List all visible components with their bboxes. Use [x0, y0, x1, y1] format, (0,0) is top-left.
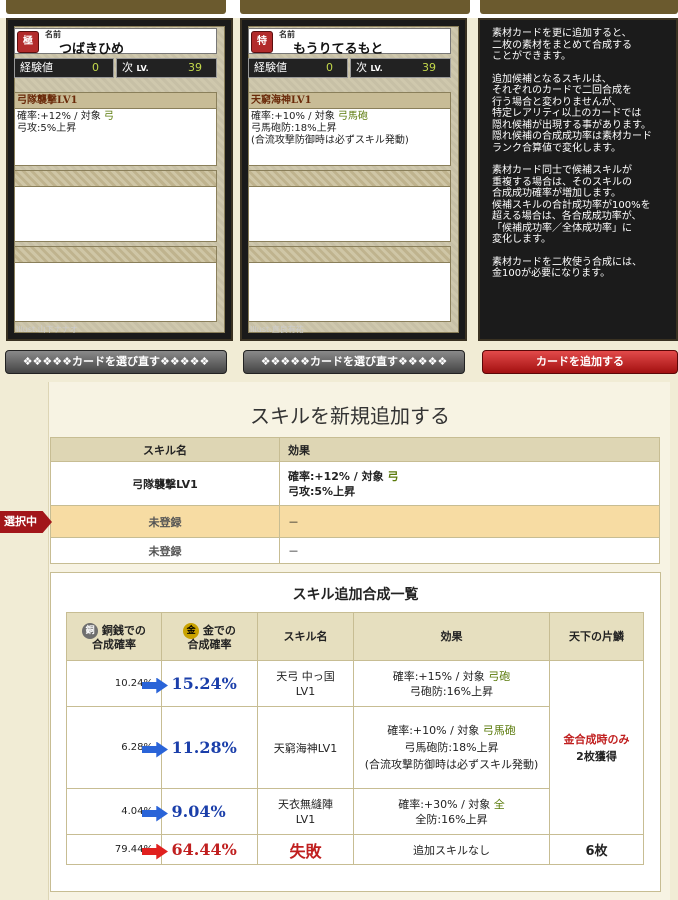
card-name-header: 極 名前 つばきひめ — [14, 28, 217, 57]
card-column-header-1 — [6, 0, 226, 14]
col-header-effect: 効果 — [353, 612, 550, 661]
combo-effect: 確率:+30% / 対象 全全防:16%上昇 — [353, 788, 550, 835]
combo-skill-name: 天窮海神LV1 — [257, 706, 354, 789]
info-paragraph: 素材カード同士で候補スキルが 重複する場合は、そのスキルの 合成成功確率が増加し… — [492, 165, 651, 245]
exp-value: 0 — [326, 61, 333, 74]
skill-option-name: 未登録 — [50, 537, 280, 564]
lv-label: LV. — [136, 64, 149, 73]
skill-option-row[interactable]: 弓隊襲撃LV1 確率:+12% / 対象 弓 弓攻:5%上昇 — [50, 461, 660, 506]
rank-icon: 極 — [17, 31, 39, 53]
skill-desc: 確率:+10% / 対象 弓馬砲 弓馬砲防:18%上昇 (合流攻撃防御時は必ずス… — [251, 111, 409, 146]
skill-title: 天窮海神LV1 — [249, 93, 450, 109]
material-card-2[interactable]: 特 名前 もうりてるもと 経験値 0 次 LV. 39 天窮海神LV1 確率:+… — [240, 18, 467, 341]
col-header-effect: 効果 — [279, 437, 660, 462]
skill-option-row-selected[interactable]: 未登録 － — [50, 505, 660, 538]
skill-slot-3 — [248, 246, 451, 322]
skill-slot-1: 弓隊襲撃LV1 確率:+12% / 対象 弓 弓攻:5%上昇 — [14, 92, 217, 166]
combo-table: 銅 銅銭での 合成確率 金 金での 合成確率 スキル名 効果 天下の片鱗 10.24… — [66, 612, 644, 865]
next-value: 39 — [188, 61, 202, 74]
card-column-header-2 — [240, 0, 470, 14]
col-header-shard: 天下の片鱗 — [549, 612, 644, 661]
gold-rate: 11.28% — [171, 737, 237, 757]
skill-option-effect: 確率:+12% / 対象 弓 弓攻:5%上昇 — [279, 461, 660, 506]
gold-rate: 15.24% — [171, 673, 237, 693]
next-value: 39 — [422, 61, 436, 74]
next-label: 次 — [122, 61, 133, 74]
skill-slot-3 — [14, 246, 217, 322]
info-panel: 素材カードを更に追加すると、 二枚の素材をまとめて合成する ことができます。 追… — [478, 18, 678, 341]
add-card-button[interactable]: カードを追加する — [482, 350, 678, 374]
skill-add-title: スキルを新規追加する — [250, 404, 450, 428]
combo-skill-name: 失敗 — [257, 834, 354, 865]
card-name: もうりてるもと — [293, 42, 384, 57]
skill-add-table: スキル名 効果 弓隊襲撃LV1 確率:+12% / 対象 弓 弓攻:5%上昇 未… — [50, 437, 660, 564]
gold-rate-cell: 64.44% — [142, 834, 258, 865]
skill-option-name: 弓隊襲撃LV1 — [50, 461, 280, 506]
col-header-skill: スキル名 — [257, 612, 354, 661]
skill-slot-2 — [248, 170, 451, 242]
exp-box: 経験値 0 — [248, 58, 348, 78]
shard-note-1: 金合成時のみ — [563, 732, 630, 746]
combo-skill-name: 天衣無縫陣 LV1 — [257, 788, 354, 835]
combo-skill-name: 天弓 中っ国 LV1 — [257, 660, 354, 707]
gold-rate: 64.44% — [171, 839, 237, 859]
card-column-header-3 — [480, 0, 678, 14]
exp-box: 経験値 0 — [14, 58, 114, 78]
reselect-card-button-2[interactable]: ❖❖❖❖❖カードを選び直す❖❖❖❖❖ — [243, 350, 465, 374]
info-paragraph: 素材カードを更に追加すると、 二枚の素材をまとめて合成する ことができます。 — [492, 28, 632, 62]
shard-cell: 金合成時のみ 2枚獲得 — [549, 660, 644, 835]
skill-option-effect: － — [279, 505, 660, 538]
combo-effect: 確率:+15% / 対象 弓砲 弓砲防:16%上昇 — [353, 660, 550, 707]
exp-label: 経験値 — [254, 61, 287, 74]
shard-note-2: 2枚獲得 — [576, 749, 617, 763]
skill-slot-1: 天窮海神LV1 確率:+10% / 対象 弓馬砲 弓馬砲防:18%上昇 (合流攻… — [248, 92, 451, 166]
rank-icon: 特 — [251, 31, 273, 53]
skill-title-empty — [15, 247, 216, 263]
gold-rate: 9.04% — [171, 801, 226, 821]
gold-rate-cell: 9.04% — [142, 788, 258, 835]
selected-indicator: 選択中 — [0, 511, 52, 533]
combo-effect: 確率:+10% / 対象 弓馬砲 弓馬砲防:18%上昇 (合流攻撃防御時は必ずスキル… — [353, 706, 550, 789]
skill-desc: 確率:+12% / 対象 弓 弓攻:5%上昇 — [17, 111, 114, 134]
skill-title: 弓隊襲撃LV1 — [15, 93, 216, 109]
gold-rate-cell: 15.24% — [142, 660, 258, 707]
combo-list-title: スキル追加合成一覧 — [292, 587, 419, 603]
skill-option-name: 未登録 — [50, 505, 280, 538]
info-paragraph: 追加候補となるスキルは、 それぞれのカードで二回合成を 行う場合と変わりませんが… — [492, 73, 652, 154]
card-name-header: 特 名前 もうりてるもと — [248, 28, 451, 57]
col-header-skill-name: スキル名 — [50, 437, 280, 462]
skill-title-empty — [15, 171, 216, 187]
skill-option-effect: － — [279, 537, 660, 564]
col-header-copper-rate: 銅 銅銭での 合成確率 — [66, 612, 162, 661]
info-paragraph: 素材カードを二枚使う合成には、 金100が必要になります。 — [492, 256, 642, 280]
gold-rate-cell: 11.28% — [142, 706, 258, 789]
exp-label: 経験値 — [20, 61, 53, 74]
combo-row-fail: 79.44% 64.44% 失敗 追加スキルなし 6枚 — [66, 834, 644, 865]
card-name: つばきひめ — [59, 42, 125, 57]
material-card-1[interactable]: 極 名前 つばきひめ 経験値 0 次 LV. 39 弓隊襲撃LV1 確率:+12… — [6, 18, 233, 341]
illust-credit: Illust.山下ナナオ — [16, 325, 78, 334]
combo-row: 10.24% 15.24% 天弓 中っ国 LV1 確率:+15% / 対象 弓砲弓… — [66, 660, 644, 835]
next-label: 次 — [356, 61, 367, 74]
skill-slot-2 — [14, 170, 217, 242]
exp-value: 0 — [92, 61, 99, 74]
lv-label: LV. — [370, 64, 383, 73]
gold-coin-icon: 金 — [183, 622, 200, 639]
shard-fail-count: 6枚 — [549, 834, 644, 865]
next-level-box: 次 LV. 39 — [350, 58, 451, 78]
reselect-card-button-1[interactable]: ❖❖❖❖❖カードを選び直す❖❖❖❖❖ — [5, 350, 227, 374]
illust-credit: Illust.直良有祐 — [250, 325, 304, 334]
skill-title-empty — [249, 171, 450, 187]
copper-coin-icon: 銅 — [82, 622, 99, 639]
skill-option-row[interactable]: 未登録 － — [50, 537, 660, 564]
combo-effect: 追加スキルなし — [353, 834, 550, 865]
col-header-gold-rate: 金 金での 合成確率 — [161, 612, 258, 661]
skill-title-empty — [249, 247, 450, 263]
next-level-box: 次 LV. 39 — [116, 58, 217, 78]
